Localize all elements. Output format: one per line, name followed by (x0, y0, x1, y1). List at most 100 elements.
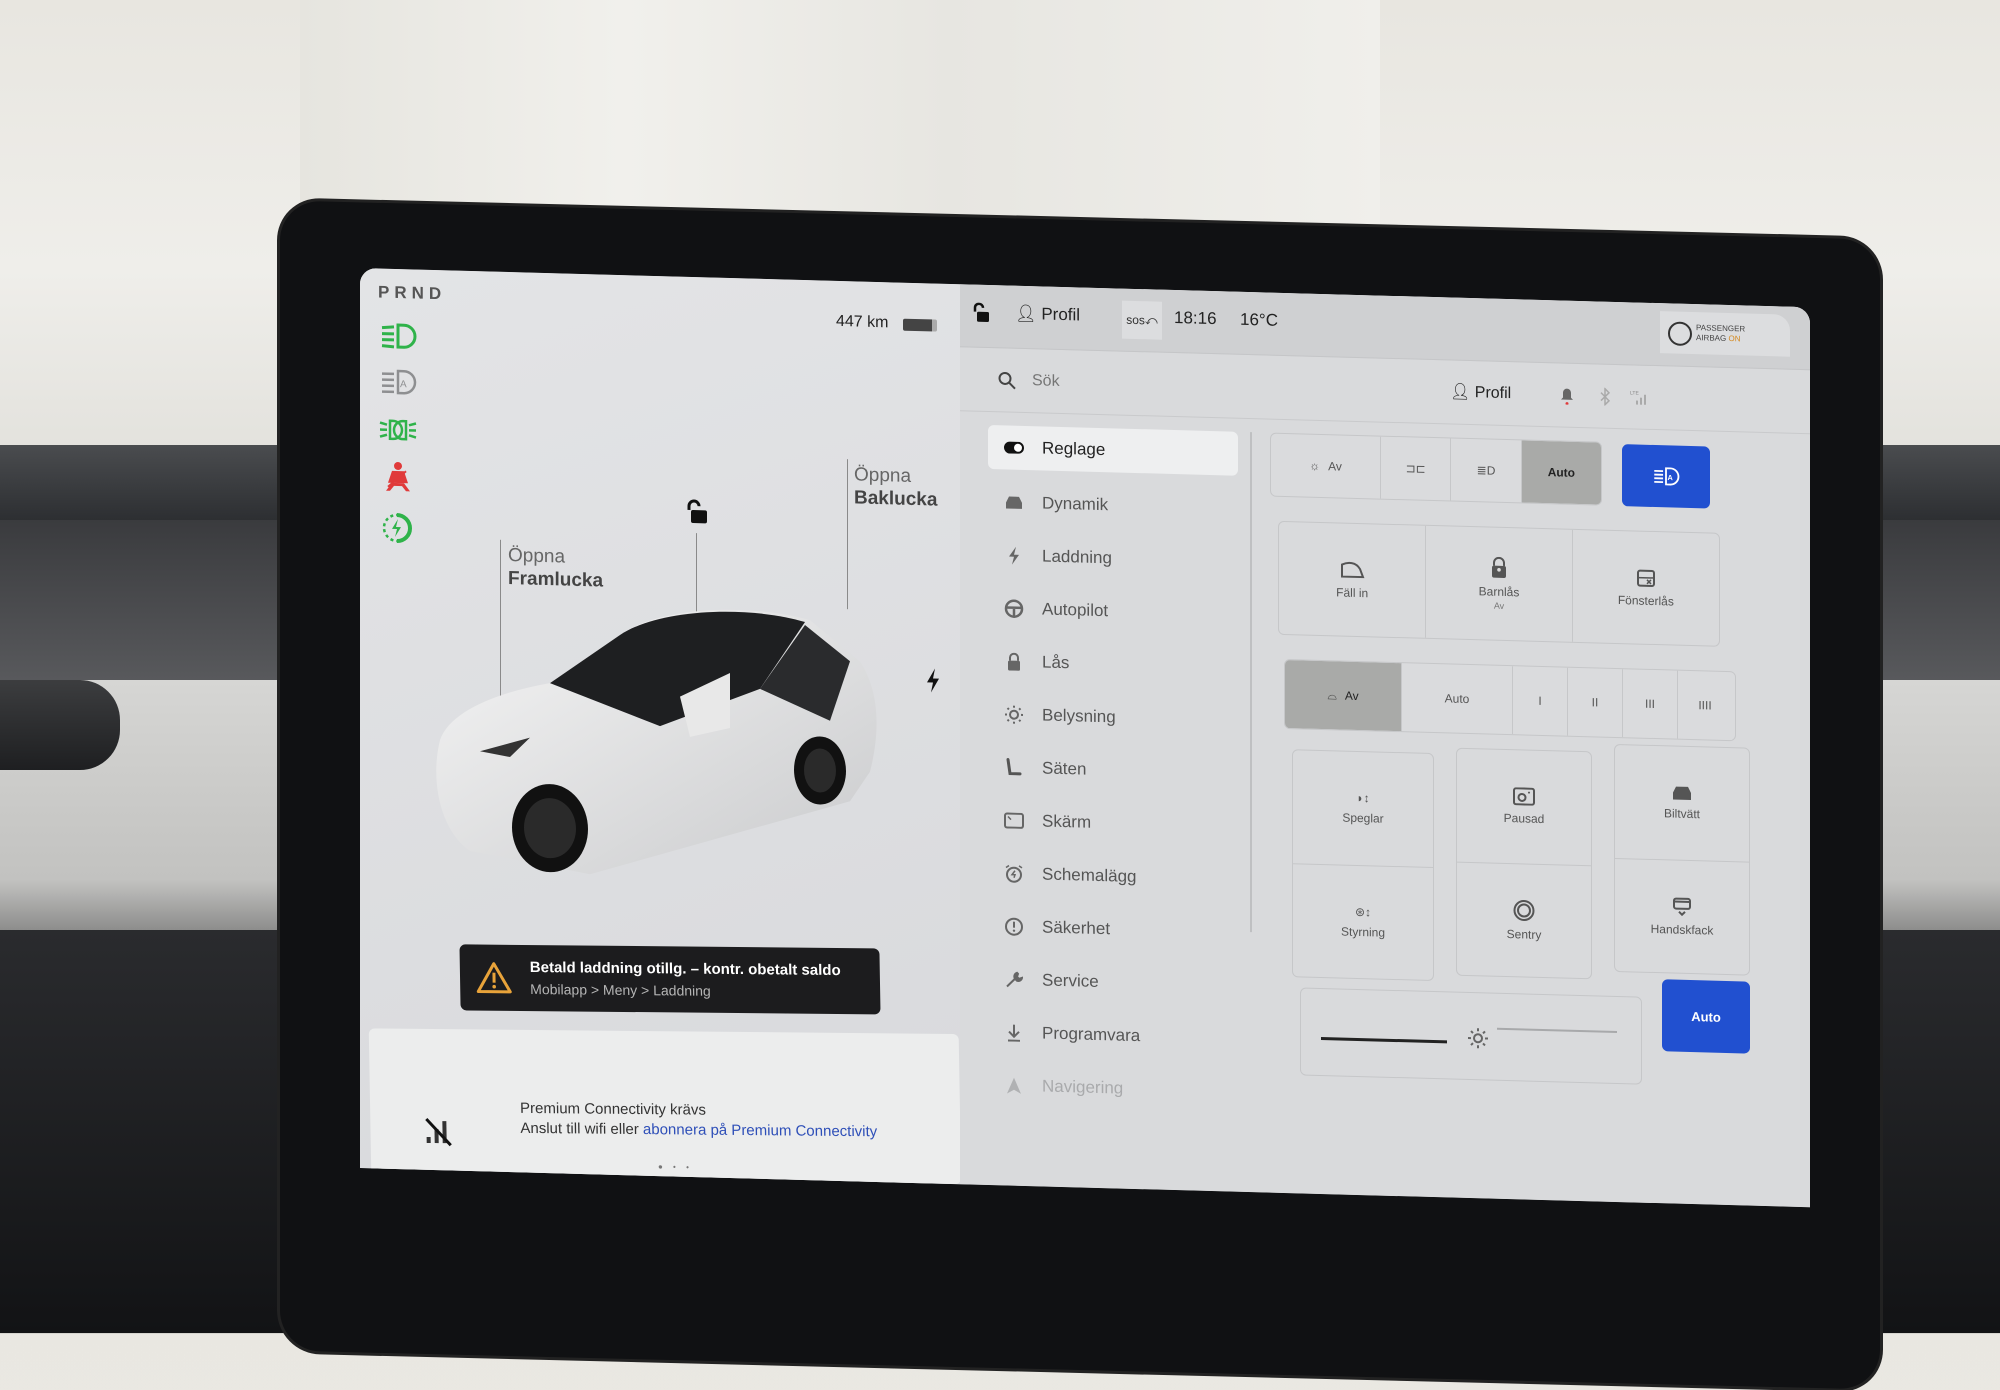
open-trunk-button[interactable]: Öppna Baklucka (854, 463, 937, 511)
connectivity-title: Premium Connectivity krävs (519, 1099, 707, 1119)
menu-item-dynamik[interactable]: Dynamik (988, 475, 1238, 535)
menu-item-skarm[interactable]: Skärm (988, 793, 1238, 853)
fold-mirrors-button[interactable]: Fäll in (1279, 521, 1427, 638)
window-lock-button[interactable]: Fönsterlås (1573, 530, 1719, 646)
auto-high-beam-button[interactable]: A (1622, 444, 1710, 509)
menu-item-las[interactable]: Lås (988, 634, 1238, 694)
tile-label: Fäll in (1336, 585, 1369, 601)
menu-item-saten[interactable]: Säten (988, 740, 1238, 800)
camera-column: Pausad Sentry (1456, 747, 1592, 980)
child-lock-icon (1492, 556, 1506, 578)
wiper-label: I (1538, 693, 1542, 708)
low-beam-option[interactable]: ≣D (1451, 438, 1522, 503)
charge-port-icon[interactable] (925, 668, 941, 693)
wiper-auto-option[interactable]: Auto (1402, 663, 1513, 735)
menu-item-service[interactable]: Service (988, 952, 1238, 1012)
mirror-adjust-icon: ◗↕ (1356, 791, 1370, 806)
menu-label: Programvara (1042, 1022, 1141, 1045)
window-lock-icon (1636, 569, 1655, 587)
tile-sublabel: Av (1493, 600, 1505, 611)
menu-item-autopilot[interactable]: Autopilot (988, 581, 1238, 641)
brightness-slider[interactable] (1300, 987, 1642, 1085)
brightness-sun-icon[interactable] (1467, 1027, 1489, 1050)
alert-subtitle: Mobilapp > Meny > Laddning (530, 981, 711, 999)
bluetooth-status-icon[interactable] (1596, 387, 1614, 406)
dashcam-icon (1513, 787, 1535, 806)
frunk-label-line1: Öppna (508, 545, 566, 568)
lights-auto-label: Auto (1547, 465, 1576, 480)
dashcam-button[interactable]: Pausad (1457, 748, 1591, 866)
menu-label: Reglage (1042, 438, 1106, 460)
sos-button[interactable]: sos⤺ (1122, 300, 1162, 340)
profile-button[interactable]: 👤︎ Profil (1450, 381, 1511, 403)
navigation-icon (1004, 1075, 1024, 1096)
car-wash-button[interactable]: Biltvätt (1615, 744, 1749, 863)
sentry-icon (1513, 899, 1535, 921)
trunk-label-line1: Öppna (854, 464, 912, 487)
menu-item-belysning[interactable]: Belysning (988, 687, 1238, 747)
alert-title: Betald laddning otillg. – kontr. obetalt… (529, 959, 841, 980)
menu-item-sakerhet[interactable]: Säkerhet (988, 899, 1238, 959)
steering-stalk (0, 680, 120, 770)
user-icon: 👤︎ (1015, 303, 1037, 324)
menu-label: Skärm (1042, 810, 1092, 832)
lights-off-option[interactable]: ☼ Av (1271, 433, 1381, 499)
menu-label: Säkerhet (1042, 916, 1111, 938)
lights-auto-option[interactable]: Auto (1521, 440, 1601, 505)
menu-item-schemalagg[interactable]: Schemalägg (988, 846, 1238, 906)
status-profile[interactable]: 👤︎ Profil (1015, 304, 1080, 326)
profile-label: Profil (1474, 384, 1512, 403)
wiper-label: II (1591, 695, 1599, 710)
wiper-speed-3[interactable]: III (1623, 669, 1678, 739)
lock-status-icon[interactable] (972, 302, 990, 323)
steering-wheel-icon (1004, 598, 1024, 619)
menu-item-programvara[interactable]: Programvara (988, 1005, 1238, 1065)
wiper-label: Av (1344, 688, 1359, 704)
outside-temperature: 16°C (1240, 309, 1278, 330)
wiper-speed-2[interactable]: II (1568, 667, 1623, 738)
mirrors-adjust-button[interactable]: ◗↕ Speglar (1293, 750, 1433, 868)
trunk-label-line2: Baklucka (854, 487, 938, 511)
toggle-icon (1004, 437, 1024, 458)
child-lock-button[interactable]: Barnlås Av (1426, 525, 1573, 642)
steering-adjust-button[interactable]: ⊛↕ Styrning (1293, 864, 1433, 980)
bolt-icon (1004, 545, 1024, 566)
low-beam-icon: ≣D (1476, 463, 1496, 478)
subscribe-link[interactable]: abonnera på Premium Connectivity (643, 1121, 878, 1140)
paid-charging-alert[interactable]: Betald laddning otillg. – kontr. obetalt… (459, 944, 881, 1015)
warning-icon (476, 962, 512, 994)
wiper-label: III (1644, 696, 1655, 712)
brightness-slider-fill (1321, 1037, 1447, 1044)
wiper-speed-4[interactable]: IIII (1678, 671, 1732, 740)
search-icon (998, 371, 1016, 390)
wiper-speed-1[interactable]: I (1513, 666, 1568, 736)
menu-label: Navigering (1042, 1075, 1124, 1098)
menu-label: Säten (1042, 757, 1087, 779)
display-icon (1004, 810, 1024, 831)
unlock-icon[interactable] (683, 499, 709, 526)
menu-item-navigering[interactable]: Navigering (988, 1058, 1238, 1118)
tile-label: Handskfack (1650, 921, 1714, 938)
page-indicator[interactable]: ● • • (658, 1162, 693, 1172)
brightness-auto-button[interactable]: Auto (1662, 979, 1750, 1054)
menu-scrollbar[interactable] (1250, 432, 1252, 933)
menu-item-laddning[interactable]: Laddning (988, 528, 1238, 588)
wiper-off-option[interactable]: ⌓ Av (1285, 660, 1402, 732)
parking-lights-option[interactable]: ⊐⊏ (1381, 436, 1452, 501)
glovebox-icon (1673, 897, 1691, 916)
tile-label: Biltvätt (1663, 806, 1700, 822)
notification-bell-icon[interactable] (1558, 386, 1576, 405)
wiper-icon: ⌓ (1327, 687, 1337, 702)
menu-label: Belysning (1042, 704, 1116, 726)
lock-icon (1004, 651, 1024, 672)
door-controls-row: Fäll in Barnlås Av Fönsterlås (1278, 520, 1720, 647)
search-input[interactable] (1030, 368, 1334, 403)
menu-item-reglage[interactable]: Reglage (988, 424, 1238, 476)
sentry-button[interactable]: Sentry (1457, 862, 1591, 978)
tile-label: Sentry (1506, 926, 1542, 942)
glovebox-button[interactable]: Handskfack (1615, 858, 1749, 974)
tile-label: Speglar (1342, 810, 1384, 826)
alert-circle-icon (1004, 916, 1024, 937)
user-icon: 👤︎ (1450, 383, 1471, 402)
airbag-line1: PASSENGER (1696, 323, 1746, 334)
